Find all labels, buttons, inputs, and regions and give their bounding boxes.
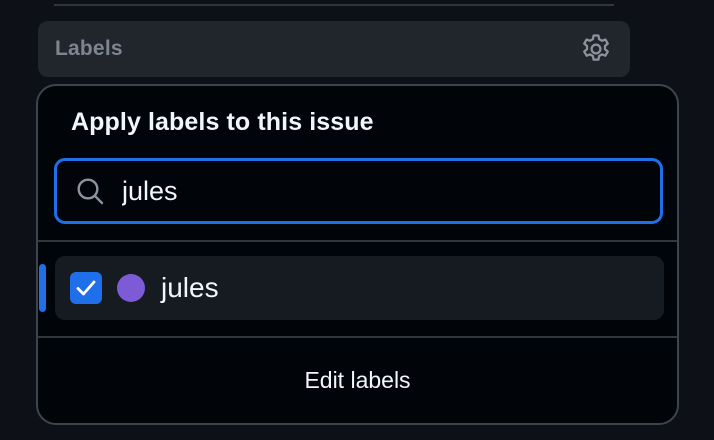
label-option-jules[interactable]: jules: [55, 256, 664, 320]
checkmark-icon: [76, 280, 96, 296]
popover-title: Apply labels to this issue: [71, 108, 374, 136]
search-icon: [73, 174, 107, 208]
edit-labels-button[interactable]: Edit labels: [38, 338, 677, 423]
issue-sidebar: Labels Apply labels to this issue jules …: [0, 0, 714, 440]
search-input[interactable]: [122, 175, 602, 207]
label-color-dot: [117, 274, 145, 302]
search-field[interactable]: [54, 158, 663, 224]
labels-section-header[interactable]: Labels: [38, 21, 630, 77]
section-divider: [54, 4, 614, 6]
active-item-indicator: [39, 264, 46, 312]
labels-section-title: Labels: [55, 37, 123, 60]
labels-popover: Apply labels to this issue jules Edit: [36, 84, 679, 425]
list-divider: [38, 240, 677, 242]
label-option-name: jules: [161, 272, 219, 303]
gear-icon[interactable]: [578, 31, 614, 67]
label-checkbox[interactable]: [70, 272, 102, 304]
